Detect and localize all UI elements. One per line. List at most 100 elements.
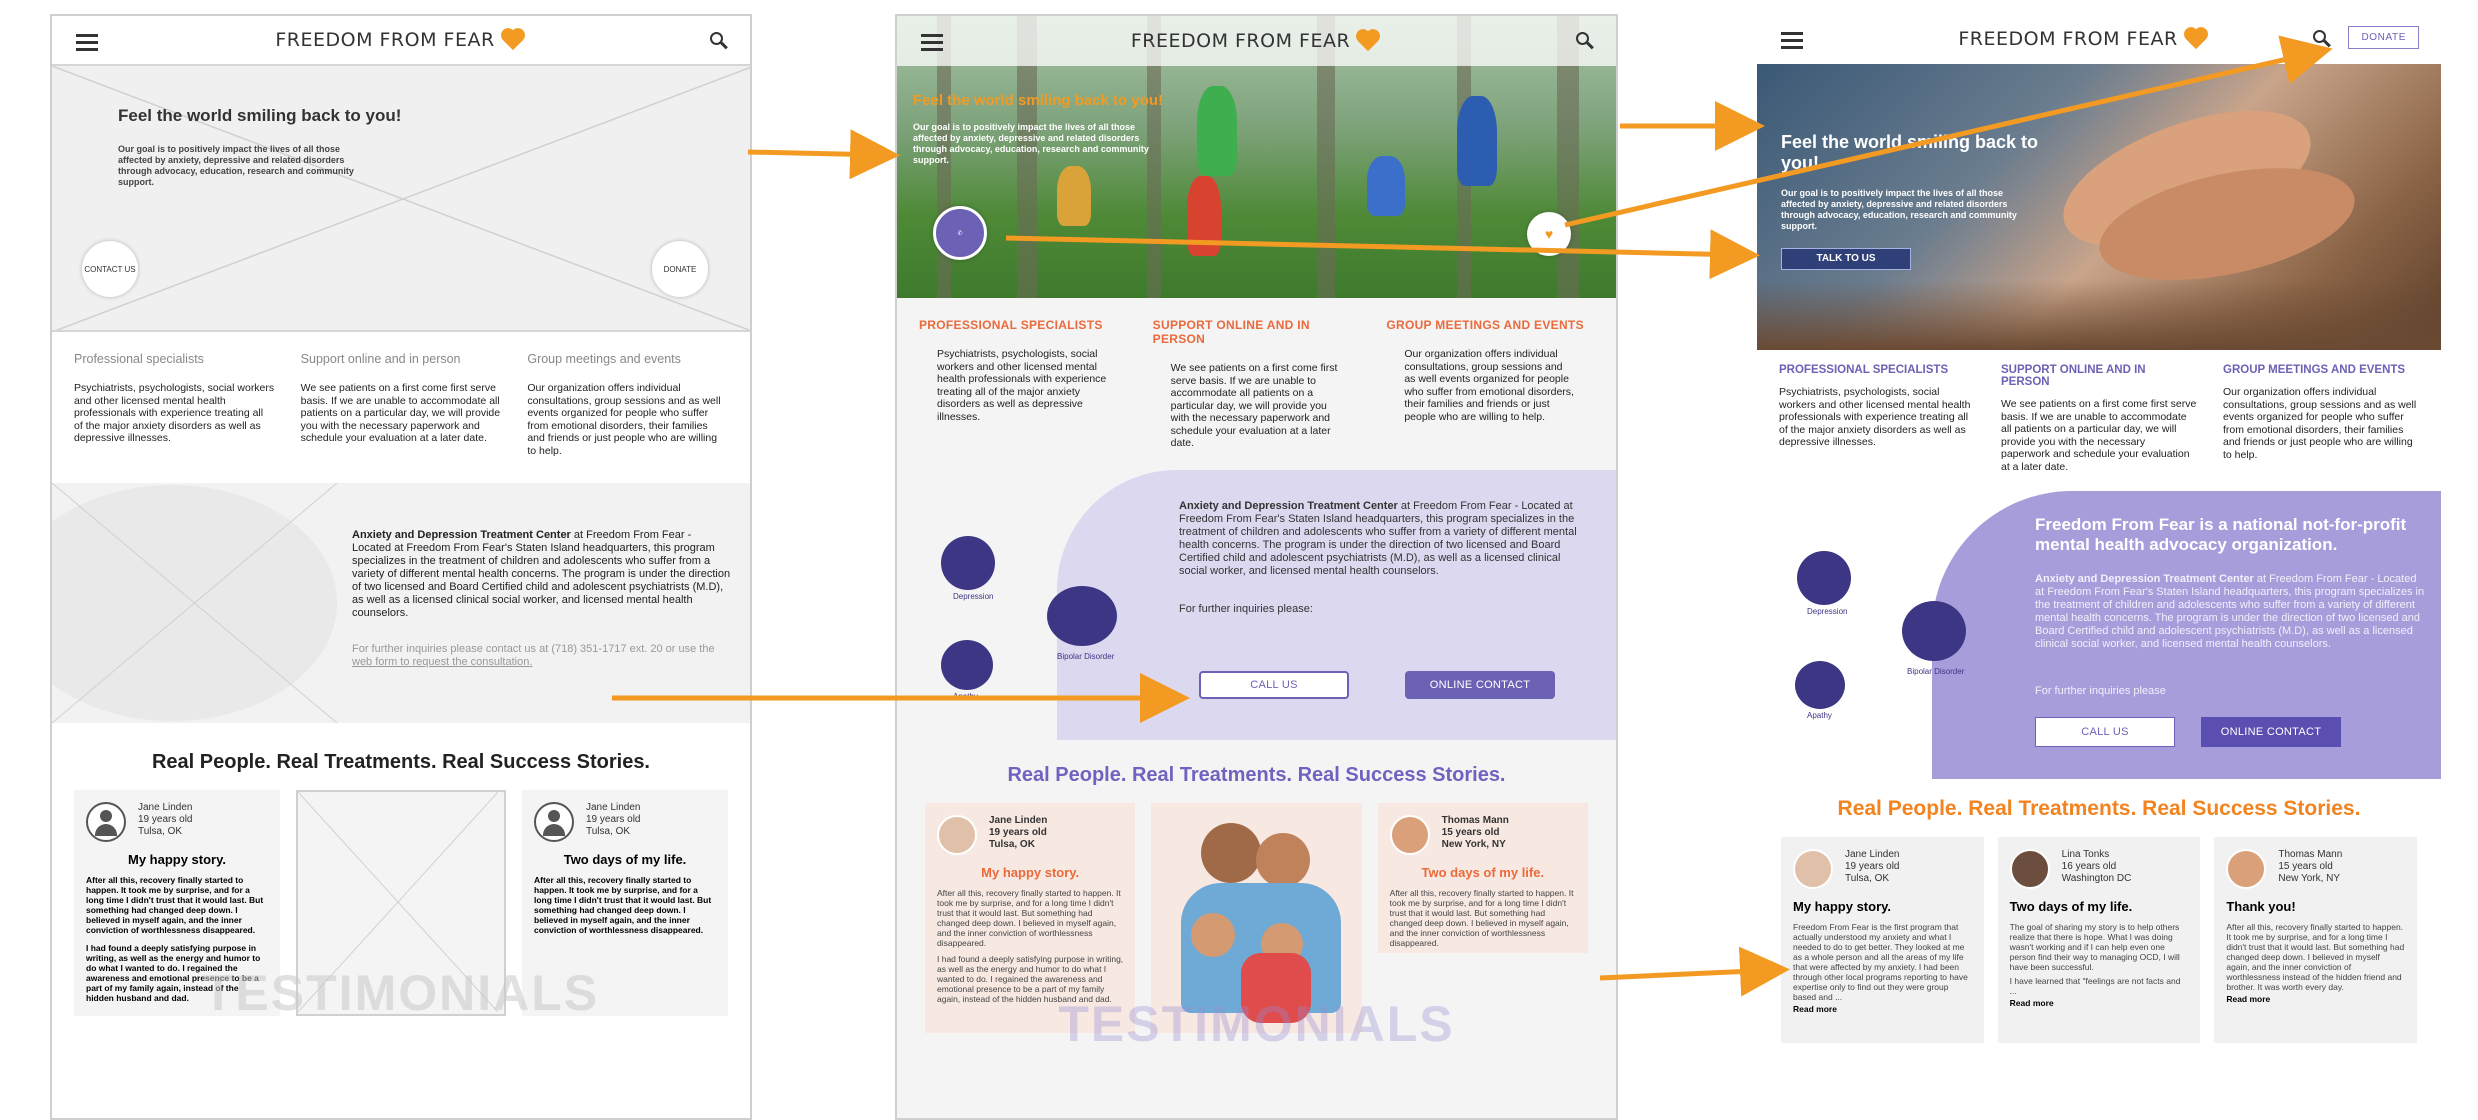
feature-text: We see patients on a first come first se… xyxy=(1170,362,1338,449)
feature-text: Psychiatrists, psychologists, social wor… xyxy=(937,348,1107,423)
online-contact-button[interactable]: ONLINE CONTACT xyxy=(1405,670,1555,699)
story-cards: Jane Linden 19 years old Tulsa, OK My happ… xyxy=(897,802,1616,1052)
image-placeholder-circle xyxy=(52,483,338,723)
person-city: Washington DC xyxy=(2061,873,2132,884)
apathy-illustration xyxy=(1795,661,1845,709)
avatar-icon xyxy=(86,802,126,842)
online-contact-button[interactable]: ONLINE CONTACT xyxy=(2201,717,2341,747)
story-cards: Jane Linden 19 years old Tulsa, OK My happ… xyxy=(1757,837,2441,1043)
story-title: Thank you! xyxy=(2226,899,2296,914)
person-name: Jane Linden xyxy=(989,814,1048,826)
hamburger-menu-icon[interactable] xyxy=(76,34,98,51)
person-age: 16 years old xyxy=(2061,861,2117,872)
blob-label: Apathy xyxy=(1807,711,1832,720)
feature-title: Group meetings and events xyxy=(527,352,681,366)
feature-support: Support online and in person We see patie… xyxy=(301,352,502,457)
depression-illustration xyxy=(1797,551,1851,605)
hamburger-menu-icon[interactable] xyxy=(921,34,943,51)
hero-photo: FREEDOM FROM FEAR Feel the world smiling… xyxy=(897,16,1616,298)
stories-section: Real People. Real Treatments. Real Succe… xyxy=(52,751,750,1021)
search-icon[interactable] xyxy=(710,32,728,50)
call-us-button[interactable]: CALL US xyxy=(1199,670,1349,699)
feature-title: SUPPORT ONLINE AND IN PERSON xyxy=(2001,364,2146,388)
call-us-button[interactable]: CALL US xyxy=(2035,717,2175,747)
person-name: Thomas Mann xyxy=(2278,849,2343,860)
person-name: Thomas Mann xyxy=(1441,814,1509,826)
testimonials-watermark: TESTIMONIALS xyxy=(1058,995,1455,1052)
story-cards: Jane Linden 19 years old Tulsa, OK My happ… xyxy=(52,790,750,1021)
read-more-link[interactable]: Read more xyxy=(1793,1004,1972,1014)
feature-text: Our organization offers individual consu… xyxy=(527,382,721,457)
stories-section: Real People. Real Treatments. Real Succe… xyxy=(897,764,1616,1052)
feature-title: Support online and in person xyxy=(300,352,461,366)
wireframe-panel: FREEDOM FROM FEAR Feel the world smiling… xyxy=(50,14,752,1120)
blob-label: Depression xyxy=(1807,607,1848,616)
hero-title: Feel the world smiling back to you! xyxy=(913,92,1164,109)
read-more-link[interactable]: Read more xyxy=(2226,994,2405,1004)
person-info: Jane Linden 19 years old Tulsa, OK xyxy=(534,802,716,842)
person-info: Thomas Mann 15 years old New York, NY xyxy=(1389,814,1576,855)
bipolar-illustration xyxy=(1902,601,1966,661)
hamburger-menu-icon[interactable] xyxy=(1781,32,1803,49)
logo-text: FREEDOM FROM FEAR xyxy=(1130,30,1351,52)
avatar-icon xyxy=(534,802,574,842)
inquiry-text: For further inquiries please xyxy=(2035,685,2166,697)
logo[interactable]: FREEDOM FROM FEAR xyxy=(1958,26,2209,52)
arrow-stories xyxy=(1599,946,1790,997)
story-title: Two days of my life. xyxy=(563,852,687,867)
story-text: The goal of sharing my story is to help … xyxy=(2009,922,2180,972)
story-text: I have learned that "feelings are not fa… xyxy=(2009,976,2181,996)
blob-label: Bipolar Disorder xyxy=(1057,651,1115,661)
features-section: PROFESSIONAL SPECIALISTS Psychiatrists, p… xyxy=(897,298,1616,460)
feature-text: We see patients on a first come first se… xyxy=(2001,398,2197,473)
donate-button[interactable]: DONATE xyxy=(652,241,708,297)
story-text: After all this, recovery finally started… xyxy=(937,887,1121,948)
feature-text: Our organization offers individual consu… xyxy=(1404,348,1574,423)
person-age: 19 years old xyxy=(586,814,641,825)
feature-professional: PROFESSIONAL SPECIALISTS Psychiatrists, p… xyxy=(1779,364,1975,473)
person-info: Jane Linden 19 years old Tulsa, OK xyxy=(86,802,268,842)
mockup-panel: FREEDOM FROM FEAR Feel the world smiling… xyxy=(895,14,1618,1120)
person-city: Tulsa, OK xyxy=(138,826,183,837)
search-icon[interactable] xyxy=(2313,30,2331,48)
donate-button[interactable]: ♥ xyxy=(1527,212,1571,256)
story-title: Two days of my life. xyxy=(1421,864,1545,880)
logo-text: FREEDOM FROM FEAR xyxy=(1958,28,2178,50)
read-more-link[interactable]: Read more xyxy=(2010,998,2189,1008)
person-age: 19 years old xyxy=(989,826,1047,838)
donate-button[interactable]: DONATE xyxy=(2348,26,2419,49)
stories-section: Real People. Real Treatments. Real Succe… xyxy=(1757,797,2441,1043)
feature-title: Professional specialists xyxy=(74,352,204,366)
story-text: After all this, recovery finally started… xyxy=(86,875,264,935)
child-figure xyxy=(1187,176,1221,256)
story-card: Jane Linden 19 years old Tulsa, OK My happ… xyxy=(1781,837,1984,1043)
story-title: Two days of my life. xyxy=(2009,899,2133,914)
testimonials-watermark: TESTIMONIALS xyxy=(202,965,600,1021)
treatment-title: Anxiety and Depression Treatment Center xyxy=(2035,573,2254,585)
treatment-description: Anxiety and Depression Treatment Center … xyxy=(2035,573,2425,651)
talk-to-us-button[interactable]: TALK TO US xyxy=(1781,248,1911,270)
logo[interactable]: FREEDOM FROM FEAR xyxy=(1131,28,1382,54)
search-icon[interactable] xyxy=(1576,32,1594,50)
child-figure xyxy=(1197,86,1237,176)
person-info: Lina Tonks 16 years old Washington DC xyxy=(2009,849,2189,889)
contact-us-button[interactable]: ✆ xyxy=(933,206,987,260)
avatar xyxy=(937,814,977,855)
story-title: My happy story. xyxy=(127,852,226,867)
treatment-title: Anxiety and Depression Treatment Center xyxy=(1179,499,1398,512)
depression-illustration xyxy=(941,535,995,590)
contact-us-button[interactable]: CONTACT US xyxy=(82,241,138,297)
story-text: Freedom From Fear is the first program t… xyxy=(1793,922,1968,1002)
arrow-hero xyxy=(747,129,900,180)
feature-title: GROUP MEETINGS AND EVENTS xyxy=(2223,364,2406,376)
logo[interactable]: FREEDOM FROM FEAR xyxy=(275,27,526,53)
person-age: 15 years old xyxy=(1441,826,1500,838)
apathy-illustration xyxy=(941,639,993,690)
person-age: 19 years old xyxy=(138,814,193,825)
consultation-link[interactable]: web form to request the consultation. xyxy=(352,656,532,668)
person-name: Lina Tonks xyxy=(2061,849,2110,860)
treatment-description: Anxiety and Depression Treatment Center … xyxy=(1179,500,1579,578)
features-section: Professional specialists Psychiatrists, p… xyxy=(52,332,750,467)
blob-label: Depression xyxy=(953,591,994,601)
feature-support: SUPPORT ONLINE AND IN PERSON We see patie… xyxy=(2001,364,2197,473)
